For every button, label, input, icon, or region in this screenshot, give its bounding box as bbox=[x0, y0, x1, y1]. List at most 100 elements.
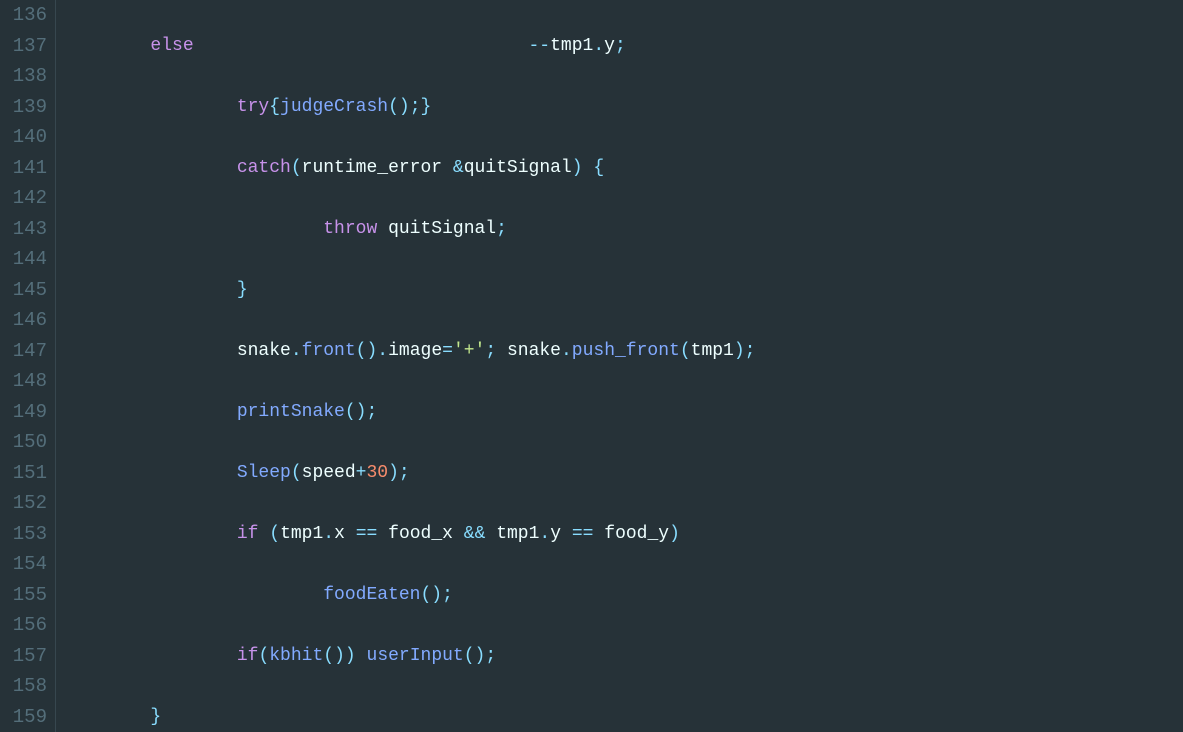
punct-rparen: ) bbox=[334, 646, 345, 666]
line-number: 148 bbox=[4, 366, 47, 397]
op-eqeq: == bbox=[356, 524, 378, 544]
id-food_y: food_y bbox=[604, 524, 669, 544]
fn-userInput: userInput bbox=[367, 646, 464, 666]
punct-lparen: ( bbox=[464, 646, 475, 666]
fn-front: front bbox=[302, 341, 356, 361]
punct-semi: ; bbox=[442, 585, 453, 605]
code-line[interactable]: else --tmp1.y; bbox=[64, 31, 1183, 62]
line-number: 156 bbox=[4, 610, 47, 641]
punct-rparen: ) bbox=[366, 341, 377, 361]
id-tmp1: tmp1 bbox=[550, 36, 593, 56]
code-line[interactable]: snake.front().image='+'; snake.push_fron… bbox=[64, 336, 1183, 367]
id-tmp1: tmp1 bbox=[280, 524, 323, 544]
punct-lbrace: { bbox=[593, 158, 604, 178]
line-number: 152 bbox=[4, 488, 47, 519]
code-line[interactable]: printSnake(); bbox=[64, 397, 1183, 428]
punct-lparen: ( bbox=[258, 646, 269, 666]
code-line[interactable]: if (tmp1.x == food_x && tmp1.y == food_y… bbox=[64, 519, 1183, 550]
keyword-try: try bbox=[237, 97, 269, 117]
id-x: x bbox=[334, 524, 345, 544]
line-number: 157 bbox=[4, 641, 47, 672]
fn-kbhit: kbhit bbox=[269, 646, 323, 666]
punct-rparen: ) bbox=[399, 97, 410, 117]
code-line[interactable]: try{judgeCrash();} bbox=[64, 92, 1183, 123]
code-line[interactable]: if(kbhit()) userInput(); bbox=[64, 641, 1183, 672]
code-line[interactable]: foodEaten(); bbox=[64, 580, 1183, 611]
punct-semi: ; bbox=[485, 646, 496, 666]
punct-rparen: ) bbox=[572, 158, 583, 178]
punct-dot: . bbox=[593, 36, 604, 56]
keyword-throw: throw bbox=[323, 219, 377, 239]
punct-dot: . bbox=[377, 341, 388, 361]
line-number: 159 bbox=[4, 702, 47, 732]
keyword-catch: catch bbox=[237, 158, 291, 178]
op-eqeq: == bbox=[572, 524, 594, 544]
fn-foodEaten: foodEaten bbox=[323, 585, 420, 605]
id-image: image bbox=[388, 341, 442, 361]
punct-semi: ; bbox=[410, 97, 421, 117]
type-runtime_error: runtime_error bbox=[302, 158, 442, 178]
line-number: 158 bbox=[4, 671, 47, 702]
punct-semi: ; bbox=[745, 341, 756, 361]
line-number: 138 bbox=[4, 61, 47, 92]
id-quitSignal: quitSignal bbox=[388, 219, 496, 239]
line-number: 149 bbox=[4, 397, 47, 428]
id-quitSignal: quitSignal bbox=[464, 158, 572, 178]
line-number: 147 bbox=[4, 336, 47, 367]
fn-printSnake: printSnake bbox=[237, 402, 345, 422]
punct-rparen: ) bbox=[431, 585, 442, 605]
line-number: 154 bbox=[4, 549, 47, 580]
code-line[interactable]: } bbox=[64, 275, 1183, 306]
line-number: 137 bbox=[4, 31, 47, 62]
code-line[interactable]: throw quitSignal; bbox=[64, 214, 1183, 245]
line-number: 155 bbox=[4, 580, 47, 611]
char-literal: '+' bbox=[453, 341, 485, 361]
punct-rbrace: } bbox=[150, 707, 161, 727]
line-number: 140 bbox=[4, 122, 47, 153]
fn-push_front: push_front bbox=[572, 341, 680, 361]
punct-dot: . bbox=[539, 524, 550, 544]
punct-lparen: ( bbox=[680, 341, 691, 361]
code-line[interactable]: catch(runtime_error &quitSignal) { bbox=[64, 153, 1183, 184]
keyword-if: if bbox=[237, 646, 259, 666]
line-number: 145 bbox=[4, 275, 47, 306]
op-decrement: -- bbox=[529, 36, 551, 56]
id-speed: speed bbox=[302, 463, 356, 483]
line-number: 142 bbox=[4, 183, 47, 214]
op-amp: & bbox=[453, 158, 464, 178]
op-andand: && bbox=[464, 524, 486, 544]
punct-lparen: ( bbox=[269, 524, 280, 544]
code-line[interactable]: Sleep(speed+30); bbox=[64, 458, 1183, 489]
id-tmp1: tmp1 bbox=[691, 341, 734, 361]
id-food_x: food_x bbox=[388, 524, 453, 544]
punct-rparen: ) bbox=[669, 524, 680, 544]
punct-dot: . bbox=[291, 341, 302, 361]
line-number: 136 bbox=[4, 0, 47, 31]
line-number: 153 bbox=[4, 519, 47, 550]
id-snake: snake bbox=[507, 341, 561, 361]
line-number: 146 bbox=[4, 305, 47, 336]
punct-rparen: ) bbox=[734, 341, 745, 361]
punct-lparen: ( bbox=[323, 646, 334, 666]
punct-rbrace: } bbox=[237, 280, 248, 300]
punct-lparen: ( bbox=[356, 341, 367, 361]
id-y: y bbox=[550, 524, 561, 544]
punct-rparen: ) bbox=[356, 402, 367, 422]
punct-lparen: ( bbox=[345, 402, 356, 422]
punct-semi: ; bbox=[399, 463, 410, 483]
punct-rparen: ) bbox=[388, 463, 399, 483]
punct-rparen: ) bbox=[345, 646, 356, 666]
fn-Sleep: Sleep bbox=[237, 463, 291, 483]
fn-judgeCrash: judgeCrash bbox=[280, 97, 388, 117]
punct-lparen: ( bbox=[420, 585, 431, 605]
punct-semi: ; bbox=[366, 402, 377, 422]
punct-lparen: ( bbox=[291, 463, 302, 483]
code-editor: 136 137 138 139 140 141 142 143 144 145 … bbox=[0, 0, 1183, 732]
punct-semi: ; bbox=[615, 36, 626, 56]
code-content[interactable]: else --tmp1.y; try{judgeCrash();} catch(… bbox=[56, 0, 1183, 732]
id-tmp1: tmp1 bbox=[496, 524, 539, 544]
keyword-else: else bbox=[150, 36, 193, 56]
code-line[interactable]: } bbox=[64, 702, 1183, 732]
line-number: 143 bbox=[4, 214, 47, 245]
punct-semi: ; bbox=[485, 341, 496, 361]
